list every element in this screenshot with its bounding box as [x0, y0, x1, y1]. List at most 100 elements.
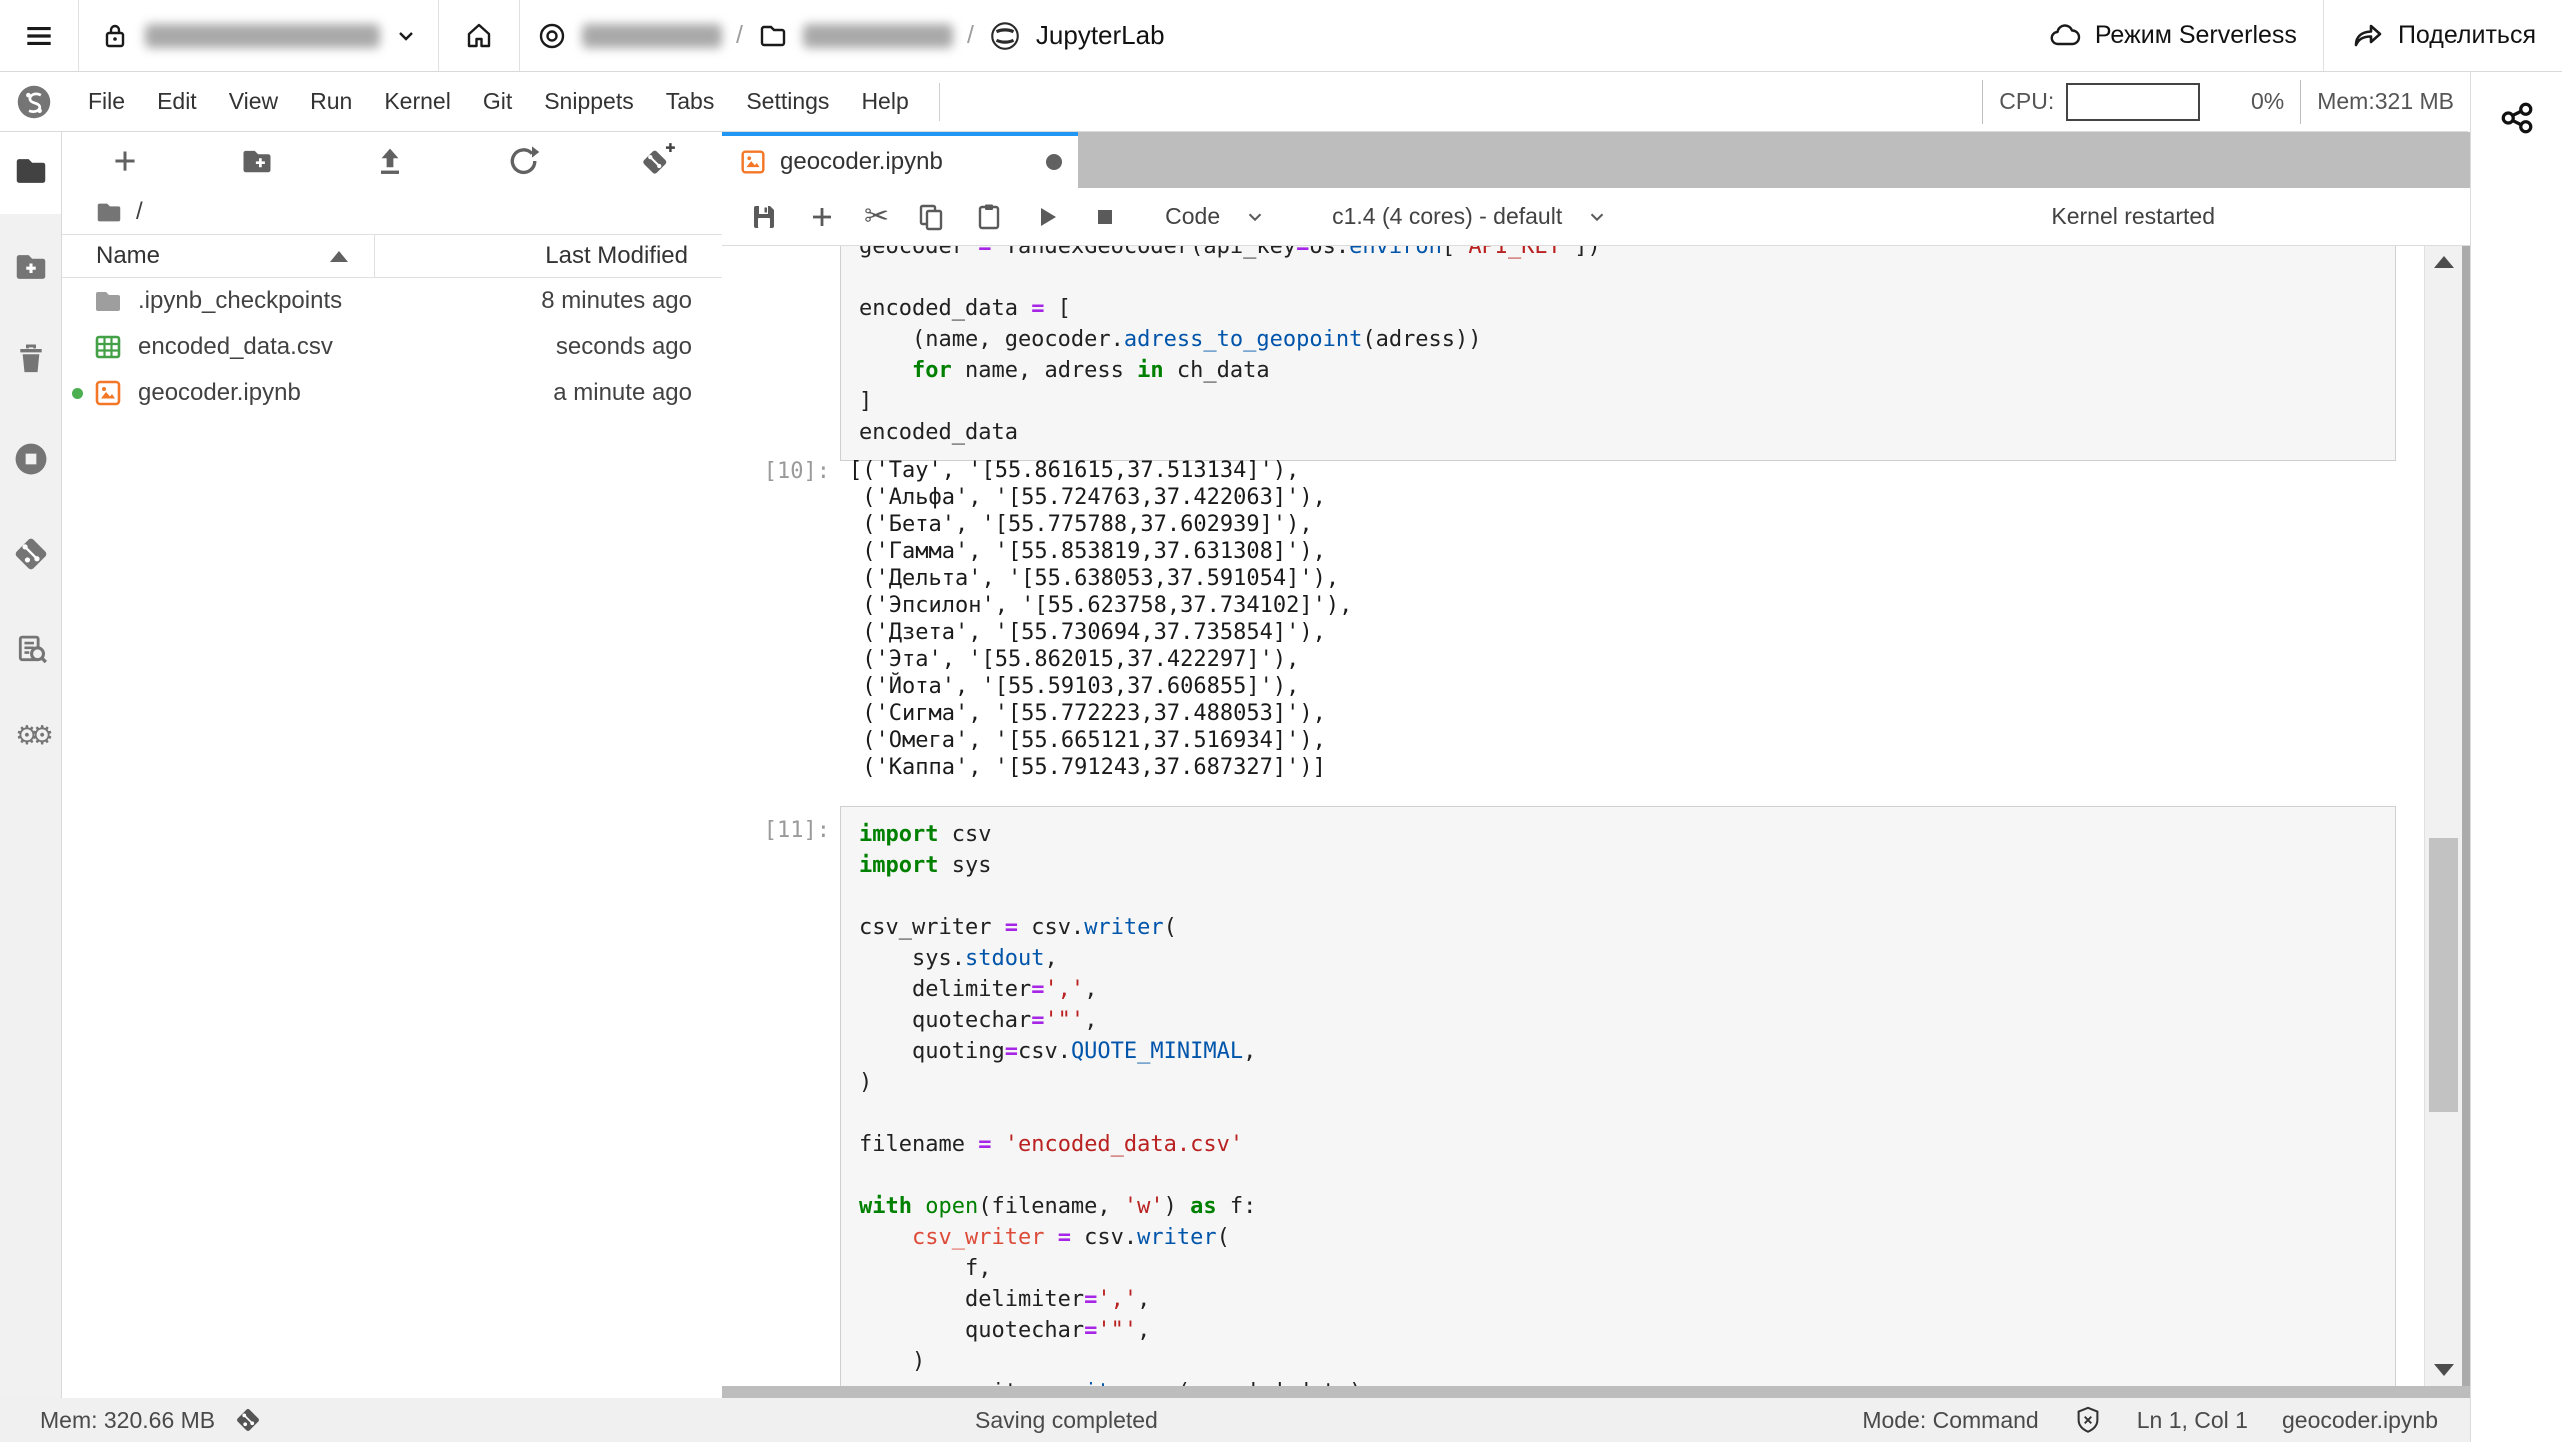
notebook-scrollbar[interactable]	[2424, 246, 2462, 1386]
folder-icon	[12, 152, 50, 190]
notebook-toolbar: ✂ Code c1.4 (4 cores) - default Kernel r…	[722, 188, 2470, 246]
main-menu-button[interactable]	[0, 0, 78, 71]
notebook-scroll-area[interactable]: geocoder = YandexGeocoder(api_key=os.env…	[722, 246, 2470, 1386]
breadcrumb-separator: /	[736, 21, 743, 49]
menu-tabs[interactable]: Tabs	[650, 72, 731, 131]
file-modified: seconds ago	[555, 333, 692, 360]
breadcrumb: / / JupyterLab	[520, 0, 1165, 71]
copy-cells-button[interactable]	[915, 201, 947, 233]
menu-file[interactable]: File	[72, 72, 141, 131]
file-name: encoded_data.csv	[138, 333, 333, 360]
tab-geocoder-ipynb[interactable]: geocoder.ipynb	[722, 132, 1078, 188]
root-path: /	[136, 198, 143, 225]
file-list: .ipynb_checkpoints 8 minutes ago encoded…	[62, 278, 722, 416]
sort-ascending-icon[interactable]	[330, 250, 349, 262]
git-icon[interactable]	[233, 1405, 263, 1435]
save-button[interactable]	[748, 201, 780, 233]
notebook-folder-name-blurred[interactable]	[802, 23, 953, 48]
serverless-mode-label: Режим Serverless	[2094, 21, 2297, 49]
trust-shield-icon[interactable]	[2073, 1405, 2103, 1435]
cloud-icon	[2047, 18, 2083, 54]
file-row-ipynb-checkpoints[interactable]: .ipynb_checkpoints 8 minutes ago	[62, 278, 722, 324]
file-modified: 8 minutes ago	[541, 287, 692, 314]
workspace-selector[interactable]	[79, 0, 438, 71]
git-init-button[interactable]	[638, 142, 676, 180]
cursor-position[interactable]: Ln 1, Col 1	[2137, 1407, 2248, 1434]
csv-file-icon	[92, 331, 124, 363]
chevron-down-icon	[394, 24, 418, 48]
cut-cells-button[interactable]: ✂	[864, 201, 889, 232]
file-row-encoded-data-csv[interactable]: encoded_data.csv seconds ago	[62, 324, 722, 370]
menu-settings[interactable]: Settings	[730, 72, 845, 131]
code-cell-partial[interactable]: geocoder = YandexGeocoder(api_key=os.env…	[840, 246, 2396, 461]
upload-button[interactable]	[372, 143, 408, 179]
gears-icon: ⚙⚙	[15, 720, 54, 750]
new-launcher-button[interactable]	[108, 144, 142, 178]
menu-view[interactable]: View	[213, 72, 294, 131]
panel-bottom-border	[722, 1386, 2470, 1398]
menu-bar: File Edit View Run Kernel Git Snippets T…	[0, 72, 2468, 132]
kernel-status: Kernel restarted	[2051, 203, 2215, 229]
scrollbar-thumb[interactable]	[2429, 838, 2458, 1112]
folder-icon	[94, 197, 124, 227]
paste-cells-button[interactable]	[973, 201, 1005, 233]
tab-settings[interactable]: ⚙⚙	[15, 720, 54, 751]
menu-run[interactable]: Run	[294, 72, 368, 131]
menu-kernel[interactable]: Kernel	[368, 72, 466, 131]
home-button[interactable]	[439, 0, 519, 71]
column-last-modified[interactable]: Last Modified	[545, 242, 722, 270]
share-nodes-button[interactable]	[2497, 98, 2537, 138]
app-title: JupyterLab	[1035, 20, 1165, 50]
trash-icon	[12, 340, 50, 378]
folder-icon	[757, 20, 789, 52]
status-bar: Mem: 320.66 MB Saving completed Mode: Co…	[0, 1398, 2470, 1442]
right-sidebar	[2470, 72, 2562, 1442]
resource-monitor: CPU: 0% Mem:321 MB	[1966, 72, 2468, 131]
jupyterlab-window: / / JupyterLab Режим Serverless Поделить…	[0, 0, 2562, 1442]
refresh-button[interactable]	[505, 143, 541, 179]
tab-git[interactable]	[12, 535, 50, 573]
file-browser-breadcrumb[interactable]: /	[62, 190, 722, 234]
share-label: Поделиться	[2397, 21, 2536, 49]
serverless-mode-button[interactable]: Режим Serverless	[2021, 0, 2323, 71]
interrupt-kernel-button[interactable]	[1089, 201, 1121, 233]
cpu-label: CPU:	[1999, 88, 2055, 114]
editor-mode[interactable]: Mode: Command	[1862, 1407, 2038, 1434]
cell-type-value: Code	[1165, 203, 1221, 229]
scroll-up-arrow[interactable]	[2434, 256, 2454, 268]
folder-icon	[92, 285, 124, 317]
unsaved-changes-dot[interactable]	[1046, 154, 1062, 170]
add-cell-button[interactable]	[806, 201, 838, 233]
stop-circle-icon	[12, 440, 50, 478]
scroll-down-arrow[interactable]	[2434, 1364, 2454, 1376]
menu-snippets[interactable]: Snippets	[528, 72, 650, 131]
tab-trash[interactable]	[12, 340, 50, 378]
cell-type-select[interactable]: Code	[1165, 203, 1266, 230]
column-name[interactable]: Name	[62, 242, 160, 270]
datasphere-logo-icon	[14, 82, 54, 122]
new-folder-button[interactable]	[239, 143, 275, 179]
kernel-select[interactable]: c1.4 (4 cores) - default	[1332, 203, 1608, 230]
share-forward-icon	[2350, 18, 2386, 54]
tab-running-kernels[interactable]	[12, 440, 50, 478]
file-row-geocoder-ipynb[interactable]: geocoder.ipynb a minute ago	[62, 370, 722, 416]
tab-bar: geocoder.ipynb	[722, 132, 2470, 188]
menu-help[interactable]: Help	[845, 72, 924, 131]
share-button[interactable]: Поделиться	[2324, 0, 2562, 71]
chevron-down-icon	[1586, 206, 1608, 228]
workspace-name-blurred	[145, 23, 380, 48]
jupyter-logo-icon	[988, 19, 1022, 53]
menu-edit[interactable]: Edit	[141, 72, 213, 131]
code-cell-11[interactable]: import csv import sys csv_writer = csv.wr…	[840, 806, 2396, 1386]
cpu-percent: 0%	[2250, 88, 2285, 114]
project-name-blurred[interactable]	[582, 23, 722, 48]
cell-output-text: [('Тау', '[55.861615,37.513134]'), ('Аль…	[849, 458, 1353, 780]
run-cell-button[interactable]	[1031, 201, 1063, 233]
menu-git[interactable]: Git	[467, 72, 528, 131]
tab-snippets-search[interactable]	[12, 630, 50, 668]
tab-shared-storage[interactable]	[12, 248, 50, 286]
breadcrumb-separator: /	[966, 21, 974, 49]
tab-file-browser[interactable]	[12, 152, 50, 190]
notebook-panel: geocoder.ipynb ✂ Code c1.4 (4 cores) - d…	[722, 132, 2470, 1398]
chevron-down-icon	[1244, 206, 1266, 228]
